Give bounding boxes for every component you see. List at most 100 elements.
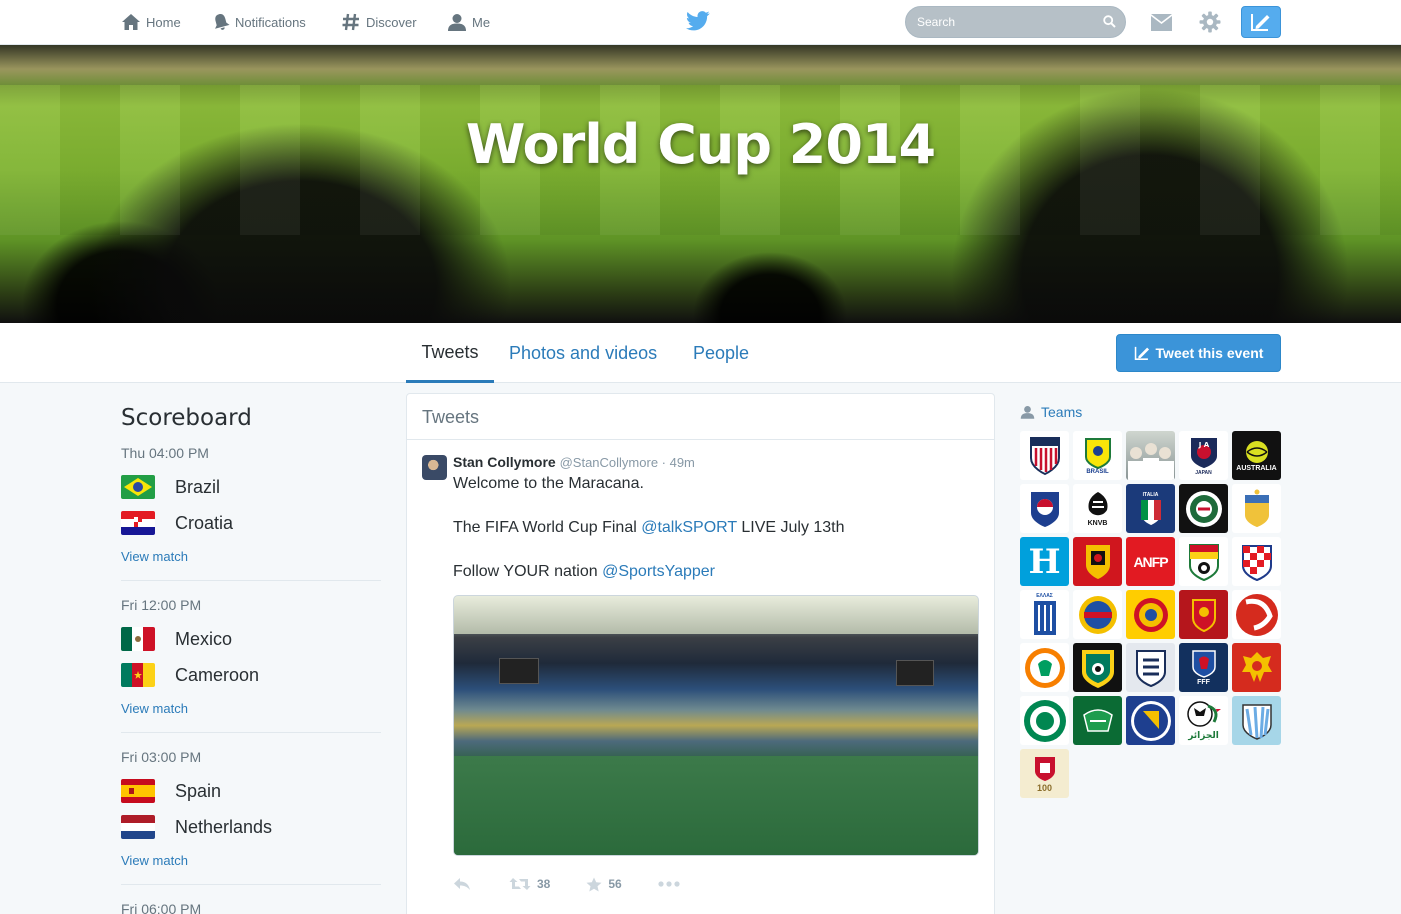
team-tile-ghana[interactable] bbox=[1179, 537, 1228, 586]
croatia-flag-icon bbox=[121, 511, 155, 535]
team-tile-spain[interactable] bbox=[1179, 590, 1228, 639]
view-match-link[interactable]: View match bbox=[121, 853, 188, 868]
match-team: Croatia bbox=[121, 511, 233, 535]
match-time: Fri 03:00 PM bbox=[121, 749, 202, 765]
team-tile-ivory-coast[interactable] bbox=[1020, 643, 1069, 692]
nav-discover[interactable]: Discover bbox=[341, 12, 417, 32]
team-tile-croatia[interactable] bbox=[1232, 537, 1281, 586]
person-icon bbox=[448, 14, 466, 31]
match-team: Spain bbox=[121, 779, 221, 803]
search-box[interactable] bbox=[905, 6, 1126, 38]
netherlands-flag-icon bbox=[121, 815, 155, 839]
compose-quill-icon bbox=[1134, 346, 1149, 360]
event-title: World Cup 2014 bbox=[465, 113, 936, 176]
match-team: Cameroon bbox=[121, 663, 259, 687]
cameroon-flag-icon bbox=[121, 663, 155, 687]
tweet-actions: 38 56 bbox=[453, 874, 686, 894]
team-tile-algeria[interactable]: الجزائر bbox=[1179, 696, 1228, 745]
spain-flag-icon bbox=[121, 779, 155, 803]
tile-text: JAPAN bbox=[1195, 469, 1212, 476]
search-icon[interactable] bbox=[1103, 15, 1116, 28]
team-tile-france[interactable]: FFF bbox=[1179, 643, 1228, 692]
nav-home[interactable]: Home bbox=[121, 12, 181, 32]
team-tile-nigeria[interactable] bbox=[1020, 696, 1069, 745]
team-tile-belgium[interactable] bbox=[1073, 537, 1122, 586]
tweet-author-meta[interactable]: @StanCollymore · 49m bbox=[560, 455, 695, 470]
team-tile-uruguay[interactable] bbox=[1232, 484, 1281, 533]
more-options-button[interactable] bbox=[658, 881, 686, 887]
team-name: Mexico bbox=[175, 628, 233, 649]
team-tile-greece[interactable]: ΕΛΛΑΣ bbox=[1020, 590, 1069, 639]
tweet-this-event-label: Tweet this event bbox=[1155, 345, 1264, 361]
tweet-header: Stan Collymore @StanCollymore · 49m bbox=[453, 454, 695, 470]
twitter-bird-icon[interactable] bbox=[686, 11, 710, 31]
reply-arrow-icon bbox=[454, 878, 470, 890]
team-tile-brazil[interactable]: BRASIL bbox=[1073, 431, 1122, 480]
tweet-text-line: The FIFA World Cup Final @talkSPORT LIVE… bbox=[453, 519, 845, 537]
teams-header-link[interactable]: Teams bbox=[1020, 404, 1082, 420]
tab-tweets[interactable]: Tweets bbox=[406, 323, 494, 383]
team-tile-iran[interactable] bbox=[1073, 696, 1122, 745]
team-tile-switzerland[interactable] bbox=[1232, 590, 1281, 639]
avatar[interactable] bbox=[422, 455, 447, 480]
team-tile-germany[interactable] bbox=[1126, 431, 1175, 480]
team-tile-korea[interactable] bbox=[1020, 484, 1069, 533]
view-match-link[interactable]: View match bbox=[121, 701, 188, 716]
mention-link[interactable]: @talkSPORT bbox=[641, 519, 737, 536]
team-tile-australia[interactable]: AUSTRALIA bbox=[1232, 431, 1281, 480]
team-tile-costa-rica[interactable] bbox=[1073, 590, 1122, 639]
team-tile-chile[interactable]: ANFP bbox=[1126, 537, 1175, 586]
tweet-text-line: Follow YOUR nation @SportsYapper bbox=[453, 563, 715, 581]
team-tile-honduras[interactable]: H bbox=[1020, 537, 1069, 586]
messages-envelope-icon[interactable] bbox=[1150, 13, 1173, 32]
team-tile-argentina[interactable] bbox=[1232, 696, 1281, 745]
home-icon bbox=[122, 14, 140, 30]
bell-icon bbox=[215, 14, 230, 30]
view-match-link[interactable]: View match bbox=[121, 549, 188, 564]
team-tile-netherlands[interactable]: KNVB bbox=[1073, 484, 1122, 533]
tweet-photo-stadium[interactable] bbox=[453, 595, 979, 856]
match-team: Netherlands bbox=[121, 815, 272, 839]
search-input[interactable] bbox=[906, 7, 1096, 37]
tab-photos-and-videos[interactable]: Photos and videos bbox=[509, 323, 657, 383]
mention-link[interactable]: @SportsYapper bbox=[602, 563, 715, 580]
compose-quill-icon bbox=[1251, 14, 1270, 31]
more-dots-icon bbox=[658, 881, 680, 887]
favorite-button[interactable]: 56 bbox=[586, 877, 622, 892]
team-name: Croatia bbox=[175, 512, 234, 533]
tile-text: FFF bbox=[1197, 679, 1210, 686]
match-team: Brazil bbox=[121, 475, 220, 499]
team-tile-cameroon[interactable] bbox=[1073, 643, 1122, 692]
tab-people[interactable]: People bbox=[693, 323, 749, 383]
timeline-title: Tweets bbox=[422, 407, 480, 427]
svg-text:J A: J A bbox=[1197, 441, 1209, 449]
tweet-text: LIVE July 13th bbox=[736, 519, 845, 536]
tile-text: 100 bbox=[1036, 782, 1053, 793]
team-tile-usa[interactable] bbox=[1020, 431, 1069, 480]
retweet-count: 38 bbox=[537, 877, 551, 891]
team-tile-england[interactable] bbox=[1126, 643, 1175, 692]
team-tile-portugal[interactable]: 100 bbox=[1020, 749, 1069, 798]
team-tile-mexico[interactable] bbox=[1179, 484, 1228, 533]
mexico-flag-icon bbox=[121, 627, 155, 651]
team-tile-bosnia[interactable] bbox=[1126, 696, 1175, 745]
team-tile-italy[interactable]: ITALIA bbox=[1126, 484, 1175, 533]
tweet-text-line: Welcome to the Maracana. bbox=[453, 475, 644, 492]
nav-notifications[interactable]: Notifications bbox=[212, 12, 306, 32]
hashtag-icon bbox=[342, 13, 359, 31]
stadium-screen bbox=[499, 658, 539, 684]
retweet-button[interactable]: 38 bbox=[509, 877, 550, 891]
team-tile-russia[interactable] bbox=[1232, 643, 1281, 692]
team-tile-japan[interactable]: J A JAPAN bbox=[1179, 431, 1228, 480]
nav-me[interactable]: Me bbox=[447, 12, 490, 32]
tile-text: BRASIL bbox=[1086, 468, 1109, 475]
reply-button[interactable] bbox=[453, 877, 477, 891]
tweet-author-name[interactable]: Stan Collymore bbox=[453, 454, 556, 470]
settings-gear-icon[interactable] bbox=[1199, 11, 1221, 33]
compose-tweet-button[interactable] bbox=[1241, 6, 1281, 38]
stadium-screen bbox=[896, 660, 934, 686]
nav-home-label: Home bbox=[146, 14, 181, 30]
team-tile-colombia[interactable] bbox=[1126, 590, 1175, 639]
tweet-this-event-button[interactable]: Tweet this event bbox=[1116, 334, 1281, 372]
tweet-text: The FIFA World Cup Final bbox=[453, 519, 642, 536]
